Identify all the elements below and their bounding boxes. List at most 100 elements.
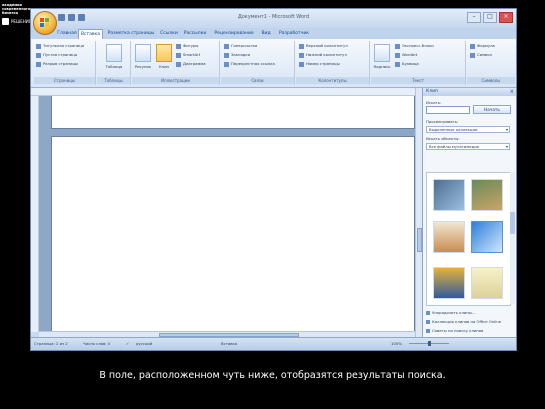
status-insert-mode[interactable]: Вставка <box>221 341 237 346</box>
page-1[interactable] <box>51 96 415 129</box>
group-symbols: Формула Символ Символы <box>467 41 515 85</box>
clip-pane-header: Клип × <box>423 88 516 96</box>
cover-page-button[interactable]: Титульная страница <box>36 43 84 49</box>
group-header-footer: Верхний колонтитул Нижний колонтитул Ном… <box>296 41 370 85</box>
page-break-button[interactable]: Разрыв страницы <box>36 61 78 67</box>
status-bar: Страница: 2 из 2 Число слов: 0 ✓ русский… <box>31 337 516 350</box>
group-links: Гиперссылка Закладка Перекрестная ссылка… <box>221 41 295 85</box>
clip-thumbnail-computer[interactable] <box>433 179 465 211</box>
clip-thumbnail-person[interactable] <box>433 221 465 253</box>
group-pages-label: Страницы <box>34 77 95 84</box>
footer-button[interactable]: Нижний колонтитул <box>299 52 347 58</box>
chevron-down-icon: ▾ <box>505 144 508 149</box>
tab-review[interactable]: Рецензирование <box>211 29 257 39</box>
scope-select[interactable]: Выделенные коллекции ▾ <box>426 126 510 133</box>
window-controls: – □ × <box>467 12 513 23</box>
brand-logo-text: РЕШЕНИЯ <box>11 19 32 24</box>
equation-button[interactable]: Формула <box>470 43 495 49</box>
horizontal-ruler <box>31 88 421 96</box>
brand-line3: бизнеса <box>2 11 19 15</box>
group-links-label: Связи <box>221 77 294 84</box>
maximize-button[interactable]: □ <box>483 12 497 23</box>
text-box-icon[interactable] <box>374 44 390 62</box>
types-value: Все файлы мультимедиа <box>429 144 479 149</box>
vertical-ruler <box>31 96 39 332</box>
status-words[interactable]: Число слов: 0 <box>83 341 110 346</box>
group-text: Надпись Экспресс-блоки WordArt Буквица Т… <box>371 41 466 85</box>
bookmark-button[interactable]: Закладка <box>224 52 250 58</box>
drop-cap-button[interactable]: Буквица <box>395 61 419 67</box>
page-number-button[interactable]: Номер страницы <box>299 61 340 67</box>
window-title: Документ1 - Microsoft Word <box>237 14 310 20</box>
blank-page-button[interactable]: Пустая страница <box>36 52 77 58</box>
video-subtitle: В поле, расположенном чуть ниже, отобраз… <box>99 370 446 381</box>
search-tips-link[interactable]: Советы по поиску клипов <box>426 328 483 333</box>
table-icon[interactable] <box>106 44 122 62</box>
clip-art-button-label: Клип <box>158 64 170 69</box>
group-tables: Таблица Таблицы <box>97 41 131 85</box>
go-button[interactable]: Начать <box>473 105 511 114</box>
document-area[interactable] <box>39 96 415 331</box>
ribbon-tabs: Главная Вставка Разметка страницы Ссылки… <box>31 28 516 39</box>
group-symbols-label: Символы <box>467 77 515 84</box>
page-2[interactable] <box>51 136 415 331</box>
office-button[interactable] <box>33 11 57 35</box>
minimize-button[interactable]: – <box>467 12 481 23</box>
close-pane-icon[interactable]: × <box>510 88 514 96</box>
symbol-button[interactable]: Символ <box>470 52 492 58</box>
clip-art-online-link[interactable]: Коллекция клипов на Office Online <box>426 319 501 324</box>
results-scrollbar[interactable] <box>510 172 515 304</box>
types-select[interactable]: Все файлы мультимедиа ▾ <box>426 143 510 150</box>
clip-thumbnail-screen[interactable] <box>433 267 465 299</box>
tab-view[interactable]: Вид <box>259 29 273 39</box>
status-language[interactable]: русский <box>136 341 152 346</box>
cross-reference-button[interactable]: Перекрестная ссылка <box>224 61 275 67</box>
word-window: Документ1 - Microsoft Word – □ × Главная… <box>30 8 517 351</box>
scope-label: Просматривать: <box>426 119 459 124</box>
smartart-button[interactable]: SmartArt <box>176 52 200 58</box>
tab-developer[interactable]: Разработчик <box>275 29 313 39</box>
zoom-slider-knob[interactable] <box>428 341 431 346</box>
chart-button[interactable]: Диаграмма <box>176 61 206 67</box>
group-illustrations-label: Иллюстрации <box>132 77 219 84</box>
status-page[interactable]: Страница: 2 из 2 <box>34 341 68 346</box>
office-logo-icon <box>40 18 50 28</box>
proofing-icon[interactable]: ✓ <box>126 341 129 346</box>
tab-references[interactable]: Ссылки <box>159 29 179 39</box>
status-zoom[interactable]: 100% <box>391 341 402 346</box>
ribbon: Титульная страница Пустая страница Разры… <box>31 39 516 88</box>
chevron-down-icon: ▾ <box>505 127 508 132</box>
quick-parts-button[interactable]: Экспресс-блоки <box>395 43 434 49</box>
clip-art-icon[interactable] <box>156 44 172 62</box>
search-input[interactable] <box>426 106 470 114</box>
search-label: Искать: <box>426 100 442 105</box>
text-box-label: Надпись <box>373 64 391 69</box>
hyperlink-button[interactable]: Гиперссылка <box>224 43 257 49</box>
header-button[interactable]: Верхний колонтитул <box>299 43 348 49</box>
brand-logo: академия современного бизнеса РЕШЕНИЯ <box>2 3 32 27</box>
clip-results <box>426 172 511 306</box>
group-pages: Титульная страница Пустая страница Разры… <box>34 41 96 85</box>
tab-home[interactable]: Главная <box>57 29 77 39</box>
picture-icon[interactable] <box>135 44 151 62</box>
types-label: Искать объекты: <box>426 136 460 141</box>
wordart-button[interactable]: WordArt <box>395 52 417 58</box>
clip-art-pane: Клип × Искать: Начать Просматривать: Выд… <box>422 88 516 339</box>
group-text-label: Текст <box>371 77 465 84</box>
close-button[interactable]: × <box>499 12 513 23</box>
clip-pane-title: Клип <box>426 89 438 94</box>
clip-thumbnail-paper[interactable] <box>471 267 503 299</box>
scope-value: Выделенные коллекции <box>429 127 478 132</box>
clip-thumbnail-monitor[interactable] <box>471 221 503 253</box>
brand-mark-icon <box>2 18 9 25</box>
tab-insert[interactable]: Вставка <box>78 29 103 39</box>
results-scroll-thumb[interactable] <box>510 212 515 234</box>
tab-mailings[interactable]: Рассылки <box>181 29 209 39</box>
tab-page-layout[interactable]: Разметка страницы <box>105 29 157 39</box>
shapes-button[interactable]: Фигуры <box>176 43 198 49</box>
table-button-label: Таблица <box>105 64 123 69</box>
title-bar: Документ1 - Microsoft Word – □ × <box>31 9 516 28</box>
group-header-footer-label: Колонтитулы <box>296 77 369 84</box>
organize-clips-link[interactable]: Упорядочить клипы... <box>426 310 475 315</box>
clip-thumbnail-landscape[interactable] <box>471 179 503 211</box>
